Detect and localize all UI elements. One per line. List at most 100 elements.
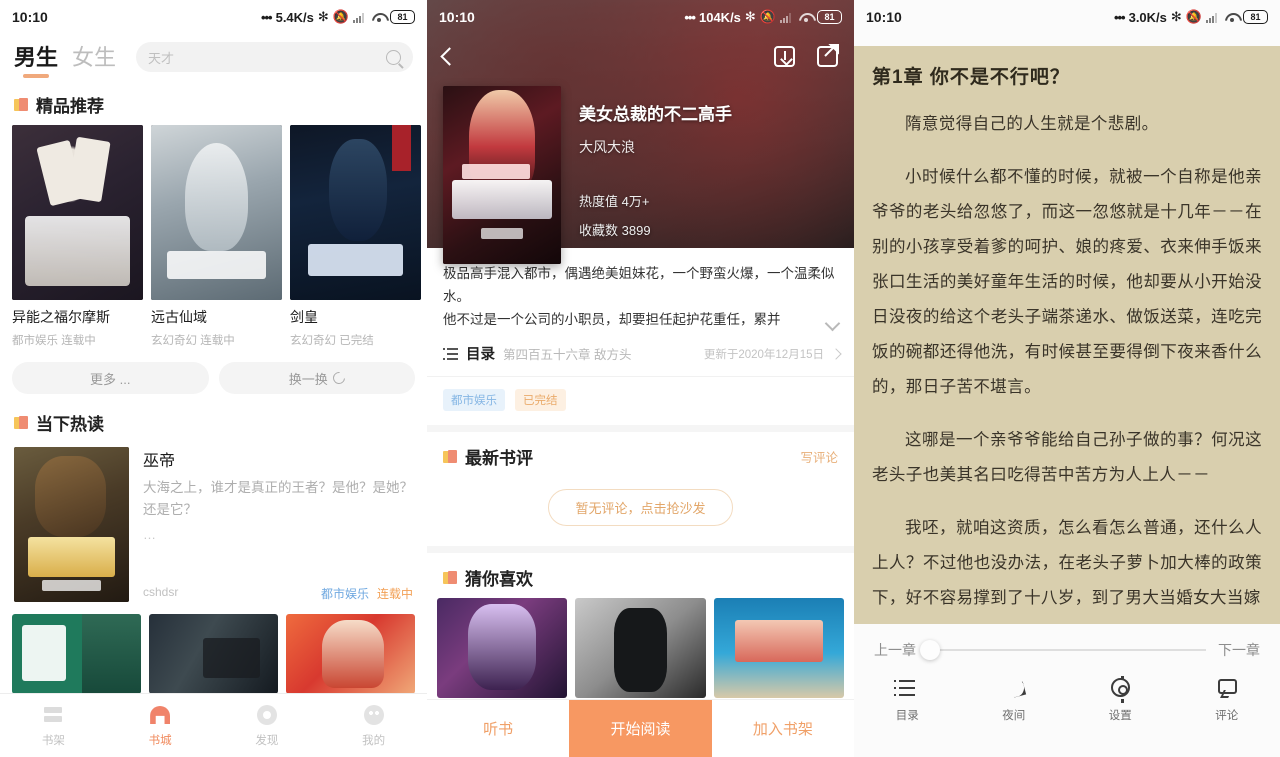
reader-toolbar-item-night[interactable]: 夜间 [961,676,1068,723]
favorite-label: 收藏数 [579,223,619,238]
status-time: 10:10 [866,9,902,25]
refresh-icon [330,369,348,387]
top-bar: 男生 女生 天才 [0,34,427,80]
share-icon[interactable] [817,45,838,67]
book-cover[interactable] [12,125,143,300]
book-author: cshdsr [143,585,179,599]
book-cover[interactable] [443,86,561,264]
bookshelf-icon [40,703,66,727]
start-reading-button[interactable]: 开始阅读 [569,700,712,757]
book-card[interactable]: 远古仙域 玄幻奇幻 连载中 [151,125,282,348]
book-cover[interactable] [713,598,844,698]
heat-value: 4万+ [621,194,650,209]
book-category: 都市娱乐 [320,587,369,601]
prev-chapter-button[interactable]: 上一章 [874,640,916,660]
updated-date: 更新于2020年12月15日 [703,348,824,361]
book-title: 巫帝 [143,453,176,470]
book-meta: 玄幻奇幻 已完结 [290,332,421,348]
toc-icon [894,676,920,700]
reader-toolbar-item-settings[interactable]: 设置 [1067,676,1174,723]
tabbar-item-discover[interactable]: 发现 [214,703,321,748]
slider-knob[interactable] [920,640,940,660]
comment-icon [1214,676,1240,700]
book-description: 大海之上，谁才是真正的王者？是他？是她？还是它？ [143,480,413,517]
status-badge[interactable]: 都市娱乐 [443,389,505,411]
book-cover[interactable] [151,125,282,300]
book-summary: 美女总裁的不二高手 大风大浪 热度值 4万+ 收藏数 3899 [579,86,838,264]
network-speed: 5.4K/s [275,9,314,25]
recommend-header: 猜你喜欢 [427,553,854,598]
back-icon[interactable] [440,46,459,66]
mute-icon: 🔕 [332,9,349,24]
book-badge-icon [443,570,458,585]
download-icon[interactable] [774,45,795,67]
next-chapter-button[interactable]: 下一章 [1218,640,1260,660]
battery-icon: 81 [817,10,842,24]
book-category: 玄幻奇幻 [290,335,336,347]
reader-toolbar: 目录 夜间 设置 评论 [854,660,1280,723]
listen-button[interactable]: 听书 [427,700,569,757]
book-cover[interactable] [575,598,706,698]
section-divider [427,425,854,432]
book-card[interactable]: 异能之福尔摩斯 都市娱乐 连载中 [12,125,143,348]
write-review-button[interactable]: 写评论 [800,447,838,466]
signal-icon [1206,12,1220,23]
wifi-icon [371,11,386,23]
tabbar-item-bookshelf[interactable]: 书架 [0,703,107,748]
tabbar-label: 我的 [362,735,386,747]
book-cover[interactable] [290,125,421,300]
wifi-icon [798,11,813,23]
more-button[interactable]: 更多 ... [12,362,209,394]
search-bar[interactable]: 天才 [136,42,413,72]
tabbar-item-bookstore[interactable]: 书城 [107,703,214,748]
mute-icon: 🔕 [759,9,776,24]
hot-book-row[interactable]: 巫帝 大海之上，谁才是真正的王者？是他？是她？还是它？ … cshdsr 都市娱… [0,443,427,602]
add-to-shelf-button[interactable]: 加入书架 [712,700,854,757]
toolbar-label: 夜间 [1002,710,1026,722]
book-cover[interactable] [12,614,141,694]
book-cover[interactable] [14,447,129,602]
toolbar-label: 设置 [1108,710,1132,722]
status-time: 10:10 [439,9,475,25]
book-cover[interactable] [437,598,568,698]
reviews-header: 最新书评 写评论 [427,432,854,475]
section-header-hot: 当下热读 [0,398,427,443]
book-hero-info: 美女总裁的不二高手 大风大浪 热度值 4万+ 收藏数 3899 [427,78,854,264]
chapter-slider[interactable] [920,640,1206,660]
recommend-cover-row [427,598,854,698]
featured-book-grid: 异能之福尔摩斯 都市娱乐 连载中 远古仙域 玄幻奇幻 连载中 剑皇 玄幻奇幻 已… [0,125,427,348]
empty-review-button[interactable]: 暂无评论，点击抢沙发 [548,489,733,526]
detail-action-bar: 听书 开始阅读 加入书架 [427,699,854,757]
section-title: 精品推荐 [36,97,104,116]
tab-male[interactable]: 男生 [14,40,58,80]
book-cover[interactable] [286,614,415,694]
catalog-row[interactable]: 目录 第四百五十六章 敌方头… 更新于2020年12月15日 [427,331,854,377]
book-author: 大风大浪 [579,139,635,155]
status-icons: ••• 3.0K/s ✻ 🔕 81 [1114,9,1268,25]
favorite-value: 3899 [621,223,651,238]
reader-toolbar-item-toc[interactable]: 目录 [854,676,961,723]
refresh-button[interactable]: 换一换 [218,362,415,394]
tabbar-item-profile[interactable]: 我的 [320,703,427,748]
bluetooth-icon: ✻ [317,9,329,24]
search-input[interactable]: 天才 [148,48,386,67]
panel-book-detail: 10:10 ••• 104K/s ✻ 🔕 81 美女总裁的不二高手 大风大浪 热… [427,0,854,757]
section-header-featured: 精品推荐 [0,80,427,125]
gear-icon [1107,676,1133,703]
tab-female[interactable]: 女生 [72,40,116,80]
description-ellipsis: … [143,527,156,542]
book-status: 已完结 [339,335,374,347]
tabbar-label: 书架 [41,735,65,747]
status-icons: ••• 5.4K/s ✻ 🔕 81 [261,9,415,25]
reader-content[interactable]: 第1章 你不是不行吧？ 隋意觉得自己的人生就是个悲剧。 小时候什么都不懂的时候，… [854,46,1280,624]
status-icons: ••• 104K/s ✻ 🔕 81 [684,9,842,25]
book-status: 连载中 [200,335,235,347]
reader-toolbar-item-comments[interactable]: 评论 [1174,676,1280,723]
search-icon[interactable] [386,49,401,65]
book-cover[interactable] [149,614,278,694]
status-badge[interactable]: 已完结 [515,389,566,411]
detail-nav-bar [427,34,854,78]
book-badge-icon [443,449,458,464]
heat-label: 热度值 [579,194,619,209]
book-card[interactable]: 剑皇 玄幻奇幻 已完结 [290,125,421,348]
